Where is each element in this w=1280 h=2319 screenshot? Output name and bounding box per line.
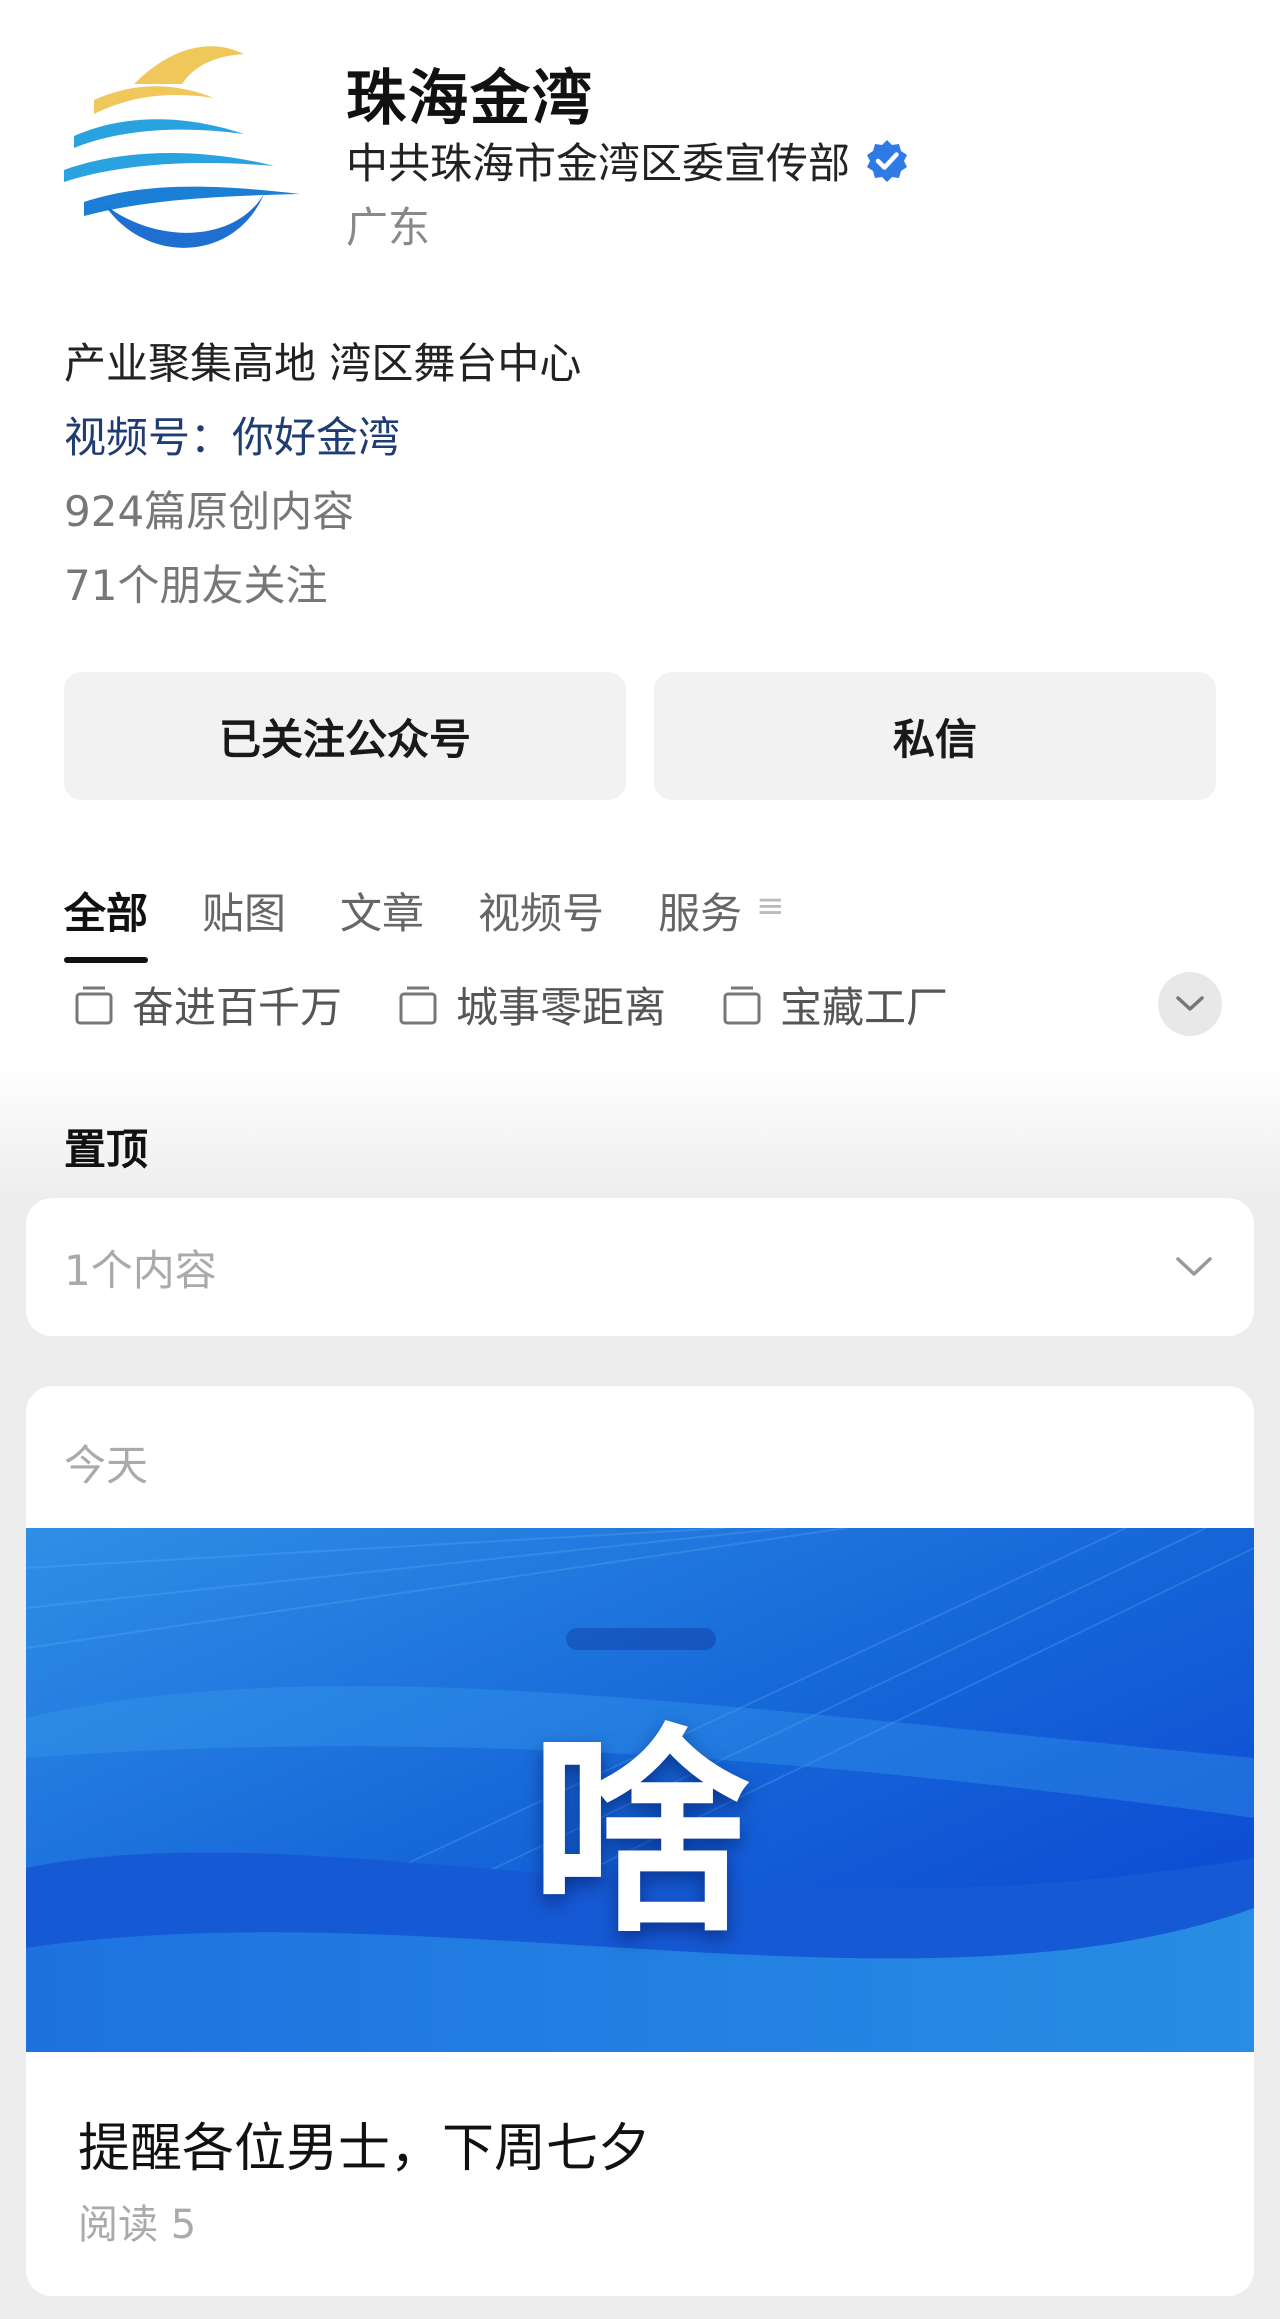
pinned-section-title: 置顶	[64, 1125, 149, 1174]
friends-following-count[interactable]: 71个朋友关注	[64, 552, 327, 613]
account-name: 珠海金湾	[346, 64, 594, 134]
tab-articles[interactable]: 文章	[340, 880, 424, 941]
album-item[interactable]: 奋进百千万	[74, 974, 342, 1035]
tab-images[interactable]: 贴图	[202, 880, 286, 941]
services-menu-icon[interactable]: ≡	[756, 886, 785, 941]
cover-headline: 啥	[529, 1706, 750, 1962]
content-tabs: 全部 贴图 文章 视频号 服务 ≡	[64, 880, 785, 963]
verified-badge-icon	[867, 139, 908, 182]
tab-all[interactable]: 全部	[64, 880, 149, 963]
pinned-summary: 1个内容	[64, 1245, 217, 1295]
followed-button[interactable]: 已关注公众号	[64, 672, 626, 800]
tab-videos[interactable]: 视频号	[478, 880, 604, 941]
account-profile-page: 珠海金湾 中共珠海市金湾区委宣传部 广东 产业聚集高地 湾区舞台中心 视频号：你…	[0, 0, 1280, 2319]
original-content-count[interactable]: 924篇原创内容	[64, 478, 354, 539]
album-item[interactable]: 宝藏工厂	[722, 974, 948, 1035]
chevron-down-icon	[1176, 1257, 1212, 1276]
article-read-count: 阅读 5	[78, 2202, 197, 2248]
video-channel-link[interactable]: 视频号：你好金湾	[64, 404, 400, 465]
album-icon	[399, 986, 437, 1024]
account-bio: 产业聚集高地 湾区舞台中心	[64, 339, 582, 388]
album-label: 宝藏工厂	[780, 983, 949, 1032]
album-label: 奋进百千万	[132, 983, 343, 1032]
account-logo	[64, 46, 300, 248]
account-organization: 中共珠海市金湾区委宣传部	[346, 130, 910, 191]
message-button[interactable]: 私信	[654, 672, 1216, 800]
article-title[interactable]: 提醒各位男士，下周七夕	[78, 2106, 650, 2181]
album-label: 城事零距离	[456, 983, 667, 1032]
chevron-down-icon	[1176, 996, 1204, 1011]
feed-date: 今天	[64, 1441, 149, 1490]
album-list: 奋进百千万 城事零距离 宝藏工厂	[74, 974, 1004, 1035]
pinned-card[interactable]: 1个内容	[26, 1198, 1254, 1336]
expand-albums-button[interactable]	[1158, 972, 1222, 1036]
album-item[interactable]: 城事零距离	[398, 974, 666, 1035]
article-feed-card[interactable]: 今天 啥 提醒各位男士，下周七夕 阅读 5	[26, 1386, 1254, 2296]
tab-services[interactable]: 服务	[658, 880, 742, 941]
account-region: 广东	[346, 203, 431, 252]
album-icon	[723, 986, 761, 1024]
album-icon	[75, 986, 113, 1024]
organization-label: 中共珠海市金湾区委宣传部	[346, 139, 851, 188]
